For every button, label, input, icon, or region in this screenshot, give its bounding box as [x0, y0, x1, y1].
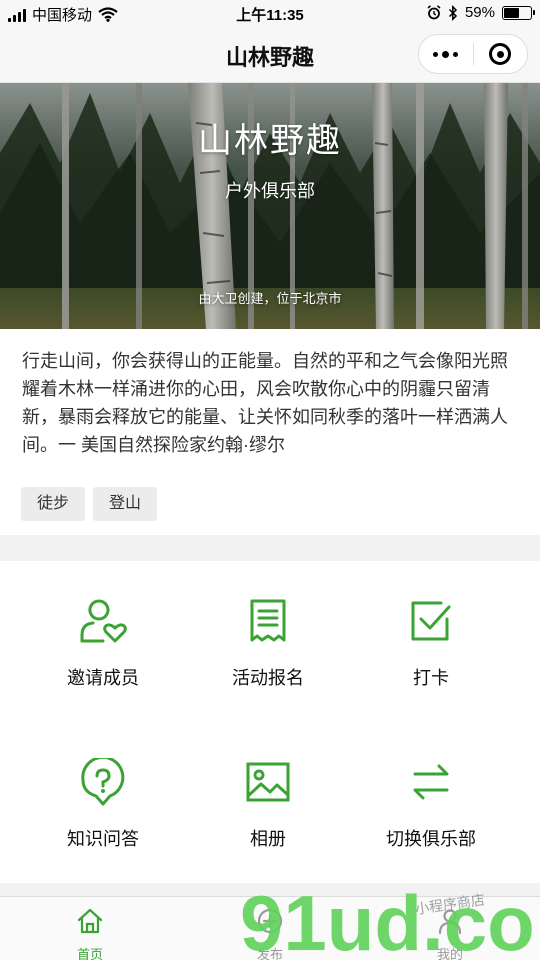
- grid-label-qa: 知识问答: [67, 829, 139, 849]
- signup-receipt-icon: [250, 599, 286, 642]
- tab-home[interactable]: 首页: [0, 897, 180, 960]
- grid-item-invite[interactable]: 邀请成员: [13, 561, 193, 722]
- checkin-icon: [411, 601, 451, 641]
- more-dots-icon[interactable]: [419, 50, 473, 58]
- status-bar: 中国移动 上午11:35 59%: [0, 0, 540, 28]
- grid-item-checkin[interactable]: 打卡: [341, 561, 521, 722]
- tag-list: 徒步 登山: [21, 487, 158, 521]
- grid-label-switch-club: 切换俱乐部: [386, 829, 476, 849]
- miniprogram-close-icon[interactable]: [474, 43, 528, 65]
- question-icon: [81, 758, 125, 806]
- tab-profile[interactable]: 我的: [360, 897, 540, 960]
- battery-icon: [502, 5, 535, 20]
- grid-item-signup[interactable]: 活动报名: [178, 561, 358, 722]
- profile-icon: [438, 909, 462, 935]
- grid-label-signup: 活动报名: [232, 668, 304, 688]
- grid-item-qa[interactable]: 知识问答: [13, 722, 193, 883]
- album-icon: [246, 762, 290, 802]
- miniprogram-capsule: [418, 34, 528, 74]
- club-banner: 山林野趣 户外俱乐部 由大卫创建，位于北京市: [0, 83, 540, 329]
- grid-item-switch-club[interactable]: 切换俱乐部: [341, 722, 521, 883]
- tab-publish[interactable]: 发布: [180, 897, 360, 960]
- nav-bar: 山林野趣: [0, 28, 540, 83]
- tab-label-publish: 发布: [256, 947, 283, 960]
- feature-grid: 邀请成员 活动报名 打卡 知识问答 相册 切换俱乐部: [0, 561, 540, 883]
- grid-label-invite: 邀请成员: [67, 668, 139, 688]
- club-description: 行走山间，你会获得山的正能量。自然的平和之气会像阳光照耀着木林一样涌进你的心田，…: [22, 351, 508, 455]
- publish-icon: [257, 908, 283, 934]
- tab-label-home: 首页: [76, 947, 103, 960]
- grid-item-album[interactable]: 相册: [178, 722, 358, 883]
- alarm-icon: [427, 5, 441, 20]
- tag-mountaineering[interactable]: 登山: [93, 487, 158, 521]
- bottom-tab-bar: 首页 发布 我的: [0, 896, 540, 960]
- home-icon: [77, 908, 103, 934]
- club-name: 山林野趣: [198, 122, 342, 160]
- club-intro-section: 行走山间，你会获得山的正能量。自然的平和之气会像阳光照耀着木林一样涌进你的心田，…: [0, 329, 540, 535]
- bluetooth-icon: [448, 4, 458, 21]
- battery-percent: 59%: [464, 4, 495, 21]
- club-creator-location: 由大卫创建，位于北京市: [198, 291, 342, 306]
- switch-icon: [413, 764, 449, 800]
- invite-member-icon: [80, 599, 127, 643]
- tab-label-profile: 我的: [436, 947, 463, 960]
- grid-label-checkin: 打卡: [413, 668, 449, 688]
- tag-hiking[interactable]: 徒步: [21, 487, 86, 521]
- grid-label-album: 相册: [250, 829, 286, 849]
- club-type: 户外俱乐部: [225, 181, 315, 201]
- status-right: 59%: [427, 4, 535, 21]
- battery-fill: [504, 7, 520, 18]
